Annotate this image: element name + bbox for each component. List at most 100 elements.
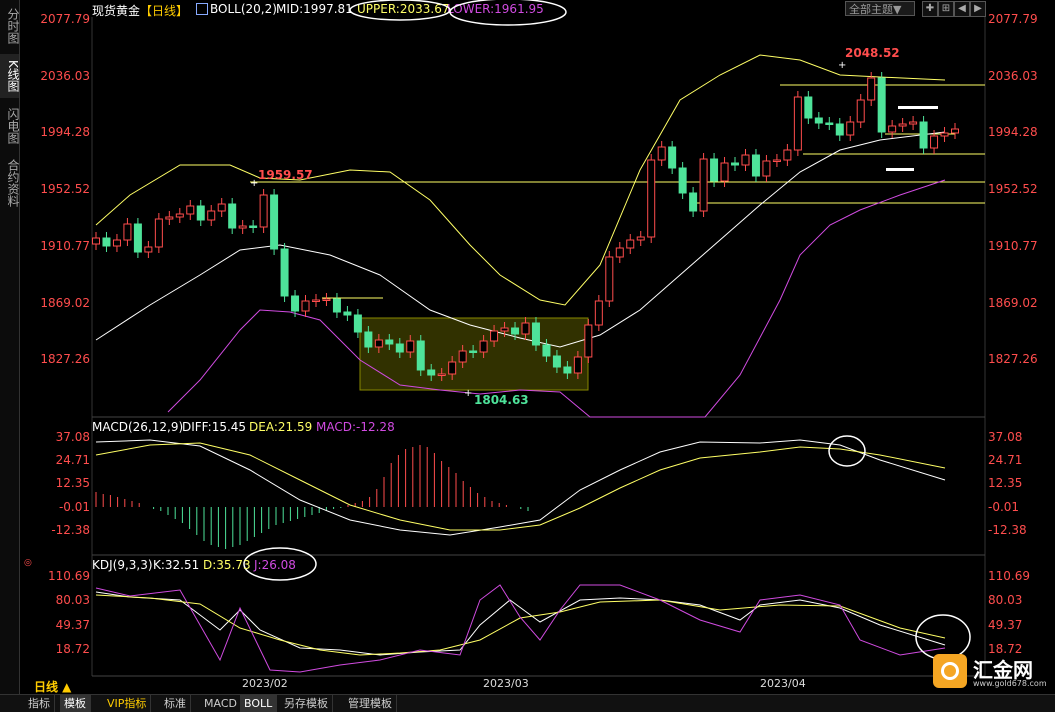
- macd-axis-left-1: 24.71: [55, 453, 90, 468]
- candle-body-37: [479, 340, 488, 353]
- candle-body-45: [563, 366, 572, 374]
- upper-highlight-ellipse: [349, 0, 451, 21]
- candle-body-75: [877, 77, 886, 133]
- candle-body-51: [626, 239, 635, 249]
- candle-body-8: [175, 213, 184, 218]
- candle-body-3: [123, 223, 132, 241]
- candle-body-81: [940, 132, 949, 137]
- price-axis-left-4: 1910.77: [40, 238, 90, 253]
- resistance-marker: [898, 106, 938, 109]
- macd-title: MACD(26,12,9): [92, 420, 184, 434]
- candle-body-40: [511, 327, 520, 335]
- candle-body-70: [825, 122, 834, 125]
- support-marker: [886, 168, 914, 171]
- candle-body-10: [196, 205, 205, 221]
- boll-mid-line: [95, 131, 946, 348]
- candle-body-25: [353, 314, 362, 333]
- kdj-axis-right-1: 80.03: [988, 593, 1023, 608]
- boll-upper-line: [95, 54, 946, 306]
- candle-body-56: [678, 167, 687, 194]
- peak-price-label: 1959.57: [258, 168, 313, 182]
- candle-body-9: [186, 205, 195, 215]
- macd-axis-left-4: -12.38: [51, 522, 90, 537]
- candle-body-54: [657, 146, 666, 161]
- candle-body-80: [930, 135, 939, 149]
- price-axis-right-2: 1994.28: [988, 125, 1038, 140]
- candle-body-59: [710, 158, 719, 182]
- brand-logo: 汇金网 www.gold678.com: [933, 652, 1051, 692]
- kdj-axis-right-0: 110.69: [988, 569, 1030, 583]
- candle-body-72: [846, 121, 855, 136]
- chart-canvas[interactable]: + + +: [0, 0, 1055, 711]
- candle-body-1: [102, 237, 111, 247]
- macd-axis-right-0: 37.08: [988, 430, 1023, 444]
- candle-body-69: [814, 117, 823, 124]
- candle-body-18: [280, 248, 289, 297]
- price-axis-right-1: 2036.03: [988, 68, 1038, 83]
- candle-body-58: [699, 158, 708, 212]
- tab-macd[interactable]: MACD: [200, 695, 242, 712]
- candle-body-78: [909, 121, 918, 125]
- candle-body-5: [144, 246, 153, 253]
- price-axis-right-0: 2077.79: [988, 12, 1038, 26]
- candle-body-21: [311, 299, 320, 302]
- candle-body-64: [762, 160, 771, 177]
- kdj-axis-left-0: 110.69: [48, 569, 90, 583]
- price-axis-left-0: 2077.79: [40, 12, 90, 26]
- tab-indicators[interactable]: 指标: [24, 695, 55, 712]
- candle-body-38: [490, 330, 499, 342]
- tab-manage-template[interactable]: 管理模板: [344, 695, 397, 712]
- candle-body-28: [385, 339, 394, 345]
- macd-axis-right-2: 12.35: [988, 476, 1023, 491]
- logo-url: www.gold678.com: [973, 679, 1047, 688]
- tab-standard[interactable]: 标准: [160, 695, 191, 712]
- price-axis-left-6: 1827.26: [40, 352, 90, 367]
- candle-body-0: [92, 237, 100, 245]
- candle-body-24: [343, 311, 352, 316]
- logo-icon: [933, 654, 967, 688]
- candle-body-50: [615, 247, 624, 258]
- price-axis-left-5: 1869.02: [40, 295, 90, 310]
- candle-body-76: [888, 125, 897, 133]
- low-cross-icon: +: [464, 388, 472, 399]
- kdj-settings-icon[interactable]: ◎: [24, 558, 32, 568]
- candle-body-53: [647, 159, 656, 238]
- kdj-title: KDJ(9,3,3): [92, 558, 153, 572]
- candle-body-68: [804, 96, 813, 119]
- candle-body-14: [238, 225, 247, 229]
- macd-cross-ellipse: [828, 435, 866, 467]
- low-price-label: 1804.63: [474, 393, 529, 407]
- high-cross-icon: +: [838, 60, 846, 71]
- macd-axis-left-3: -0.01: [58, 499, 90, 514]
- tab-boll[interactable]: BOLL: [240, 695, 278, 712]
- candle-body-22: [322, 298, 331, 301]
- macd-axis-left-2: 12.35: [55, 476, 90, 491]
- macd-diff-value: DIFF:15.45: [182, 420, 247, 434]
- candle-body-4: [133, 223, 142, 253]
- kdj-axis-right-2: 49.37: [988, 617, 1023, 632]
- period-selector[interactable]: 日线 ▲: [34, 678, 71, 695]
- date-label-feb: 2023/02: [242, 677, 288, 690]
- candle-body-26: [364, 331, 373, 348]
- candle-body-12: [217, 203, 226, 212]
- candle-body-44: [552, 355, 561, 368]
- macd-dea-value: DEA:21.59: [249, 420, 313, 434]
- candle-body-11: [207, 210, 216, 221]
- candle-body-47: [584, 324, 593, 358]
- candle-body-62: [741, 154, 750, 166]
- candle-body-82: [951, 128, 959, 134]
- candle-body-60: [720, 162, 729, 182]
- kdj-d-value: D:35.73: [203, 558, 251, 572]
- lower-highlight-ellipse: [449, 0, 567, 26]
- candle-body-43: [542, 344, 551, 357]
- price-axis-right-3: 1952.52: [988, 182, 1038, 197]
- tab-vip-indicators[interactable]: VIP指标: [103, 695, 152, 712]
- macd-axis-left-0: 37.08: [55, 430, 90, 444]
- candle-body-41: [521, 322, 530, 335]
- tab-save-template[interactable]: 另存模板: [280, 695, 333, 712]
- candle-body-23: [332, 298, 341, 313]
- candle-body-30: [406, 340, 415, 353]
- candle-body-34: [448, 361, 457, 375]
- tab-templates[interactable]: 模板: [60, 695, 91, 712]
- candle-body-13: [228, 203, 237, 229]
